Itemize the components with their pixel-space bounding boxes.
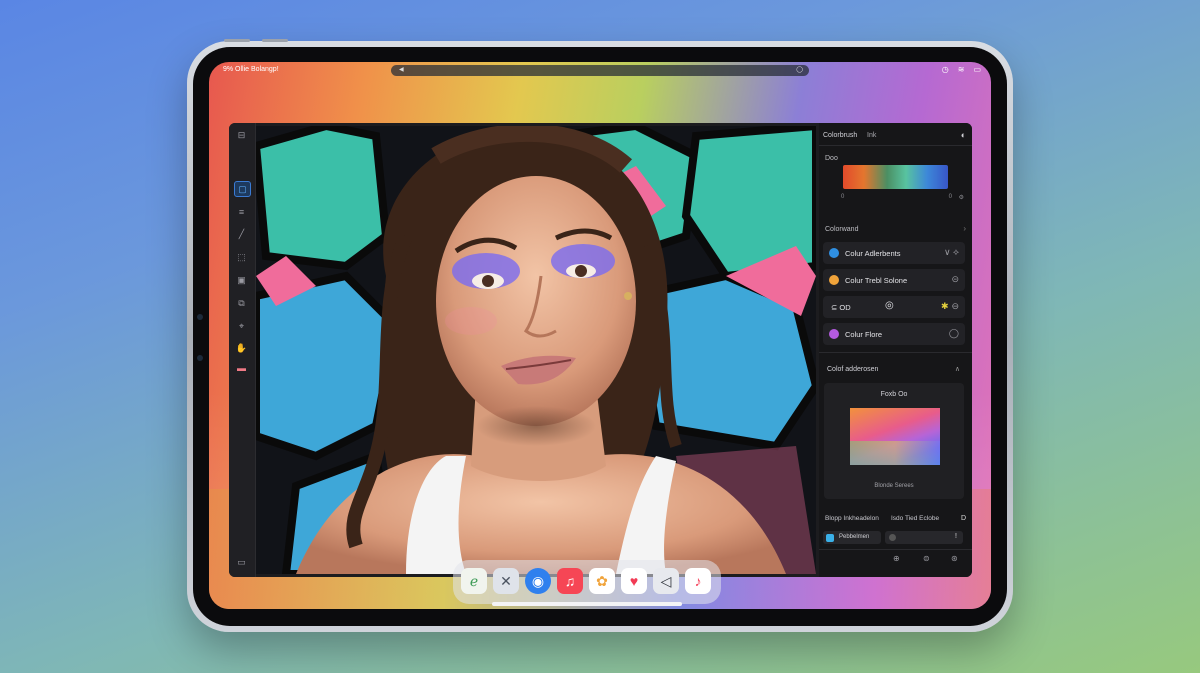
alert-icon: ! xyxy=(955,533,957,540)
gradient-preview-swatch[interactable] xyxy=(850,408,940,465)
clock-icon: ◷ xyxy=(941,65,949,74)
section-title-color-adder: Colof adderosen xyxy=(827,366,879,373)
music-app-icon[interactable]: ♫ xyxy=(557,568,583,594)
preview-caption: Blonde Serees xyxy=(874,483,914,489)
pencil-tool-icon[interactable]: ╱ xyxy=(234,227,249,241)
contrast-toggle-icon[interactable]: ◐ xyxy=(961,130,966,140)
adjustment-label: Colur Trebl Solone xyxy=(845,276,908,285)
crop-tool-icon[interactable]: ⬚ xyxy=(234,250,249,264)
adjustment-card-1[interactable]: Colur Adlerbents ∨ ⟡ xyxy=(823,242,965,264)
status-bar: 9% Ollie Bolangp! ◀ ◯ ◷ ≋ ▭ xyxy=(209,62,991,80)
panel-divider xyxy=(819,145,972,146)
volume-button xyxy=(224,39,250,42)
settings-icon[interactable]: ⊛ xyxy=(951,554,958,563)
collapse-icon[interactable]: ∧ xyxy=(955,365,960,373)
itunes-app-icon[interactable]: ♪ xyxy=(685,568,711,594)
tools-app-icon[interactable]: ✕ xyxy=(493,568,519,594)
tablet-screen: 9% Ollie Bolangp! ◀ ◯ ◷ ≋ ▭ ⊟ ▢ ≡ ╱ ⬚ ▣ … xyxy=(209,62,991,609)
layer-input-text: Pebbelmen xyxy=(839,534,870,540)
photo-editor-window: ⊟ ▢ ≡ ╱ ⬚ ▣ ⧉ ⌖ ✋ ▬ ▭ Colorbrush Ink ◐ D… xyxy=(229,123,972,577)
star-icon[interactable]: ✱ xyxy=(941,301,949,312)
photos-app-icon[interactable]: ✿ xyxy=(589,568,615,594)
chevron-down-icon: ∨ ⟡ xyxy=(943,247,959,257)
footer-label-right: Isdo Tied Eclobe xyxy=(891,515,940,522)
adjustments-panel: Colorbrush Ink ◐ Doo 0 0 ⚙ Colorwand › C… xyxy=(819,123,972,577)
select-tool-icon[interactable]: ▢ xyxy=(234,181,251,197)
panel-divider-2 xyxy=(819,352,972,353)
hand-tool-icon[interactable]: ✋ xyxy=(234,341,249,355)
adjustment-card-4[interactable]: Colur Flore ◯ xyxy=(823,323,965,345)
preview-title: Foxb Oo xyxy=(880,391,908,398)
camera-dot xyxy=(197,314,203,320)
photo-canvas[interactable] xyxy=(256,126,816,574)
preview-lower-band xyxy=(850,441,940,465)
battery-icon: ▭ xyxy=(973,65,981,74)
lasso-tool-icon[interactable]: ⌖ xyxy=(234,319,249,333)
add-layer-icon[interactable]: ⊕ xyxy=(893,554,900,563)
layer-opacity-field[interactable]: ! xyxy=(885,531,963,544)
pill-right-icon: ◯ xyxy=(796,67,803,73)
panel-toggle-icon[interactable]: ⊟ xyxy=(234,128,249,142)
preview-card: Foxb Oo Blonde Serees xyxy=(824,383,964,499)
pill-left-icon: ◀ xyxy=(399,67,404,73)
target-icon[interactable]: ◎ xyxy=(885,300,894,311)
adjustment-card-2[interactable]: Colur Trebl Solone ⊝ xyxy=(823,269,965,291)
section-title-colorwand: Colorwand xyxy=(825,226,859,233)
brush-tool-icon[interactable]: ≡ xyxy=(234,205,249,219)
gradient-min-label: 0 xyxy=(841,194,845,200)
section-title-doo: Doo xyxy=(825,155,838,162)
orange-dot-icon xyxy=(829,275,839,285)
gradient-settings-icon[interactable]: ⚙ xyxy=(959,194,964,201)
health-app-icon[interactable]: ♥ xyxy=(621,568,647,594)
status-time: 9% Ollie Bolangp! xyxy=(223,66,279,73)
adjustment-label: Colur Adlerbents xyxy=(845,249,901,258)
layer-input[interactable]: Pebbelmen xyxy=(823,531,881,544)
adjustment-label: Colur Flore xyxy=(845,330,883,339)
status-icons: ◷ ≋ ▭ xyxy=(942,65,981,75)
safari-app-icon[interactable]: ◉ xyxy=(525,568,551,594)
gradient-max-label: 0 xyxy=(948,194,952,200)
portrait-photo xyxy=(256,126,816,574)
purple-dot-icon xyxy=(829,329,839,339)
footer-label-left: Blopp Inkheadelon xyxy=(825,515,879,522)
media-app-icon[interactable]: ◁ xyxy=(653,568,679,594)
minus-circle-icon: ⊖ xyxy=(951,301,959,311)
section-expand-icon[interactable]: › xyxy=(963,224,966,233)
layer-color-icon xyxy=(826,534,834,542)
color-tool-icon[interactable]: ▬ xyxy=(234,361,249,375)
footer-icon[interactable]: D xyxy=(961,515,966,522)
mask-icon[interactable]: ⊜ xyxy=(923,554,930,563)
notes-app-icon[interactable]: ℯ xyxy=(461,568,487,594)
panel-tab-colorbrush[interactable]: Colorbrush xyxy=(823,132,857,139)
minus-circle-icon: ⊝ xyxy=(951,274,959,284)
sensor-dot xyxy=(197,355,203,361)
opacity-dot-icon xyxy=(889,534,896,541)
layers-tool-icon[interactable]: ⧉ xyxy=(234,296,249,310)
tools-left-icon[interactable]: ⊆ OD xyxy=(831,303,851,312)
adjustment-tools-row[interactable]: ⊆ OD ◎ ✱ ⊖ xyxy=(823,296,965,318)
shape-tool-icon[interactable]: ▣ xyxy=(234,273,249,287)
multitask-pill[interactable]: ◀ ◯ xyxy=(391,65,809,76)
panel-tab-ink[interactable]: Ink xyxy=(867,132,876,139)
circle-icon: ◯ xyxy=(948,328,959,338)
volume-button-2 xyxy=(262,39,288,42)
panel-divider-3 xyxy=(819,549,972,550)
app-dock: ℯ ✕ ◉ ♫ ✿ ♥ ◁ ♪ xyxy=(453,560,721,604)
home-indicator[interactable] xyxy=(492,602,682,606)
wifi-icon: ≋ xyxy=(957,65,965,74)
color-gradient-bar[interactable] xyxy=(843,165,948,189)
blue-dot-icon xyxy=(829,248,839,258)
tool-sidebar: ⊟ ▢ ≡ ╱ ⬚ ▣ ⧉ ⌖ ✋ ▬ ▭ xyxy=(229,123,256,577)
canvas-size-icon[interactable]: ▭ xyxy=(234,555,249,569)
